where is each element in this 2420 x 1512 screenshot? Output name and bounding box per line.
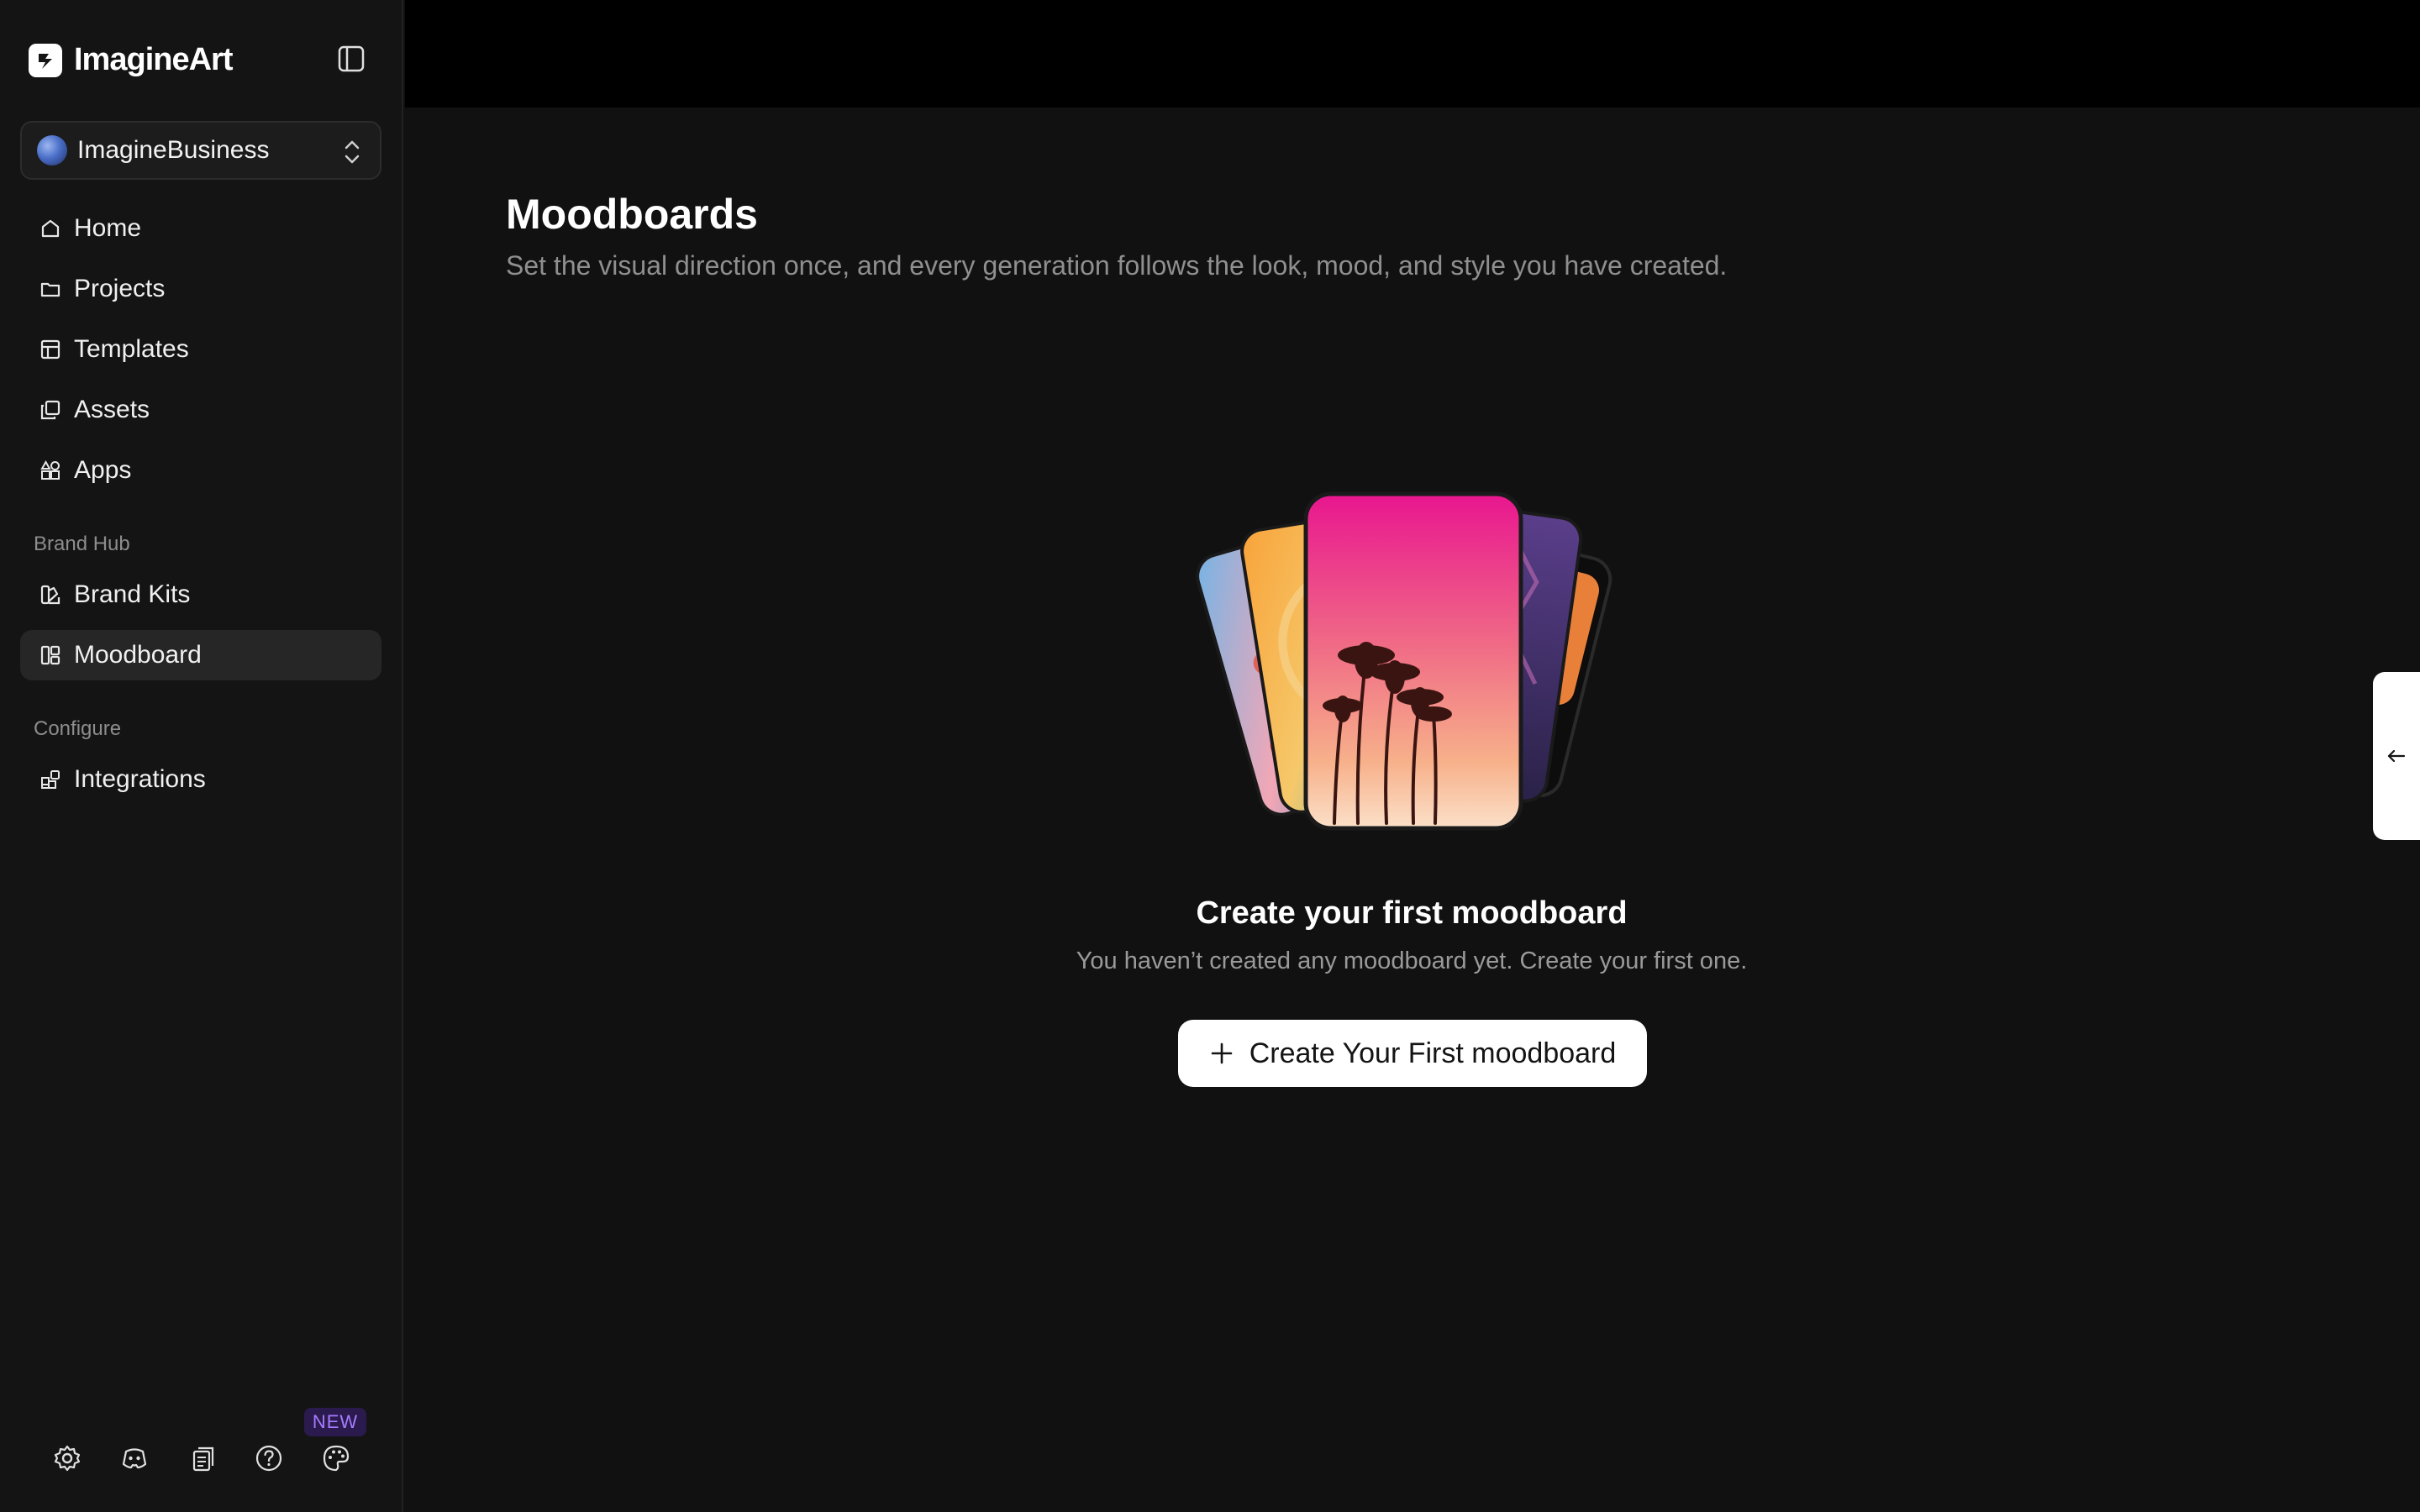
sidebar-toggle-icon[interactable] xyxy=(336,44,366,74)
workspace-avatar xyxy=(37,135,67,165)
sidebar-item-label: Moodboard xyxy=(74,641,202,669)
help-button[interactable] xyxy=(239,1428,299,1488)
logo-icon xyxy=(29,43,62,77)
sidebar-item-label: Templates xyxy=(74,335,189,363)
moodboard-icon xyxy=(40,645,60,665)
sidebar-item-label: Assets xyxy=(74,396,150,423)
integrations-icon xyxy=(41,770,60,789)
settings-button[interactable] xyxy=(37,1428,97,1488)
docs-button[interactable] xyxy=(173,1428,234,1488)
help-icon xyxy=(255,1445,282,1472)
home-icon xyxy=(41,219,60,238)
gear-icon xyxy=(54,1445,81,1472)
side-panel-toggle[interactable] xyxy=(2373,672,2420,840)
moodboard-illustration xyxy=(1196,491,1612,831)
template-icon xyxy=(40,339,60,360)
sidebar-item-integrations[interactable]: Integrations xyxy=(20,754,381,805)
sidebar-item-label: Home xyxy=(74,214,142,242)
document-icon xyxy=(192,1446,214,1472)
palette-icon xyxy=(323,1445,350,1472)
empty-state-subtitle: You haven’t created any moodboard yet. C… xyxy=(1076,948,1748,974)
theme-button[interactable] xyxy=(306,1428,366,1488)
arrow-left-icon xyxy=(2387,749,2406,763)
sidebar-item-home[interactable]: Home xyxy=(20,203,381,254)
sidebar: ImagineArt ImagineBusiness Home Projects… xyxy=(0,0,403,1512)
sidebar-item-label: Projects xyxy=(74,275,166,302)
app-logo[interactable]: ImagineArt xyxy=(29,42,233,78)
sidebar-footer xyxy=(0,1428,403,1488)
empty-state-title: Create your first moodboard xyxy=(1196,895,1628,931)
plus-icon xyxy=(1211,1042,1233,1064)
page-subtitle: Set the visual direction once, and every… xyxy=(506,250,1728,281)
discord-button[interactable] xyxy=(104,1428,165,1488)
sidebar-item-projects[interactable]: Projects xyxy=(20,264,381,314)
sidebar-item-label: Apps xyxy=(74,456,132,484)
chevron-updown-icon xyxy=(345,140,360,164)
discord-icon xyxy=(122,1448,147,1469)
apps-icon xyxy=(40,459,60,480)
create-moodboard-button[interactable]: Create Your First moodboard xyxy=(1178,1020,1647,1087)
create-moodboard-label: Create Your First moodboard xyxy=(1249,1037,1617,1069)
brand-kit-icon xyxy=(40,585,60,605)
folder-icon xyxy=(40,282,60,297)
workspace-name: ImagineBusiness xyxy=(77,136,270,164)
assets-icon xyxy=(40,400,60,420)
section-label-configure: Configure xyxy=(34,717,122,740)
sidebar-item-assets[interactable]: Assets xyxy=(20,385,381,435)
page-title: Moodboards xyxy=(506,191,758,238)
top-banner xyxy=(405,0,2420,108)
sidebar-item-apps[interactable]: Apps xyxy=(20,445,381,496)
sidebar-item-templates[interactable]: Templates xyxy=(20,324,381,375)
workspace-switcher[interactable]: ImagineBusiness xyxy=(20,121,381,180)
sidebar-item-label: Integrations xyxy=(74,765,206,793)
sidebar-item-moodboard[interactable]: Moodboard xyxy=(20,630,381,680)
section-label-brand-hub: Brand Hub xyxy=(34,533,130,555)
app-name: ImagineArt xyxy=(74,42,233,77)
sidebar-item-brand-kits[interactable]: Brand Kits xyxy=(20,570,381,620)
sidebar-item-label: Brand Kits xyxy=(74,580,191,608)
